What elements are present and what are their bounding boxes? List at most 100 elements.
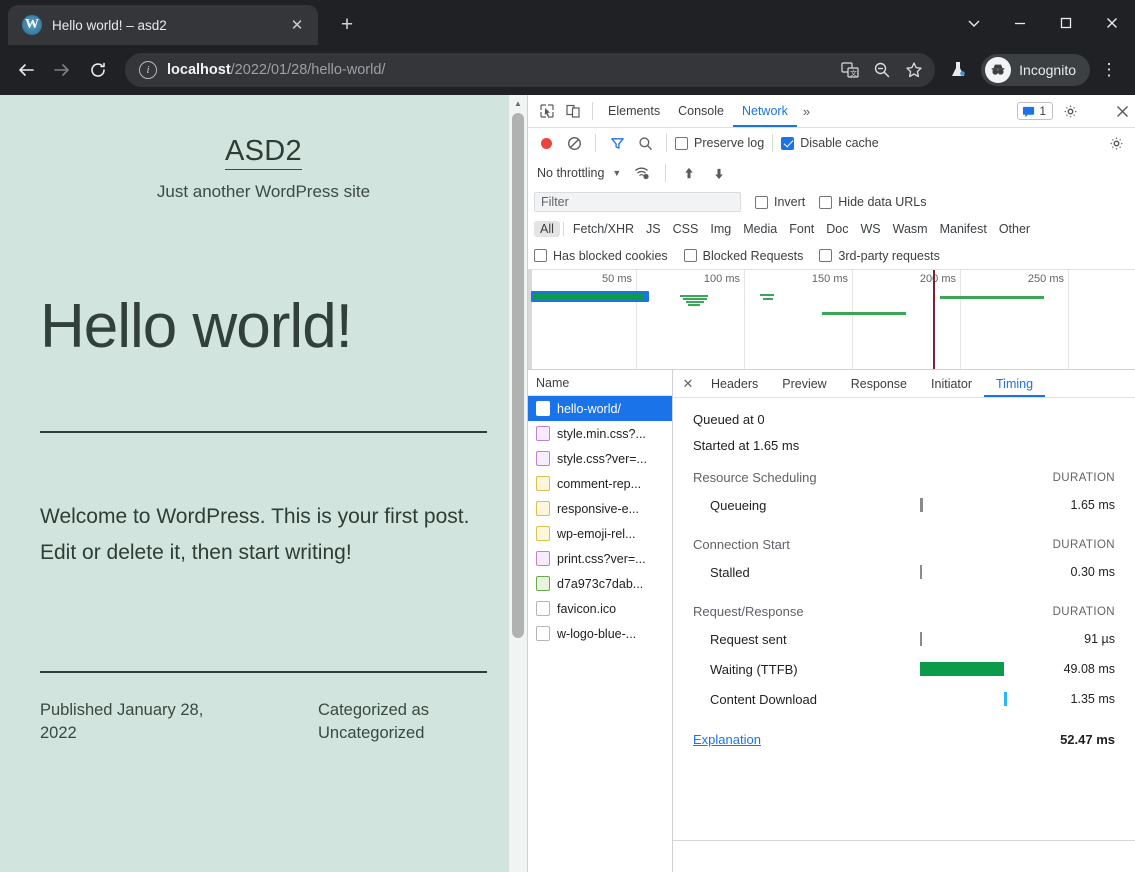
preserve-log-checkbox[interactable]: Preserve log bbox=[675, 136, 764, 150]
post-published-meta: Published January 28, 2022 bbox=[40, 699, 318, 747]
tab-network[interactable]: Network bbox=[733, 95, 797, 127]
site-info-icon[interactable]: i bbox=[139, 61, 157, 79]
request-row-favicon[interactable]: favicon.ico bbox=[528, 596, 672, 621]
beaker-icon[interactable] bbox=[941, 53, 975, 87]
browser-tab[interactable]: W Hello world! – asd2 ✕ bbox=[8, 5, 318, 45]
invert-checkbox[interactable]: Invert bbox=[755, 195, 805, 209]
record-icon[interactable] bbox=[541, 137, 552, 149]
site-title[interactable]: ASD2 bbox=[40, 135, 487, 170]
type-filter-wasm[interactable]: Wasm bbox=[887, 221, 934, 237]
request-row-print-css[interactable]: print.css?ver=... bbox=[528, 546, 672, 571]
console-message-badge[interactable]: 1 bbox=[1017, 102, 1053, 120]
chevron-down-icon[interactable] bbox=[951, 0, 997, 45]
post-category-meta: Categorized as Uncategorized bbox=[318, 699, 487, 747]
page-scrollbar[interactable]: ▲ bbox=[509, 95, 527, 872]
throttling-row: No throttling ▼ bbox=[528, 158, 1135, 188]
incognito-profile-button[interactable]: Incognito bbox=[981, 54, 1090, 86]
filter-icon[interactable] bbox=[604, 130, 630, 156]
script-icon bbox=[536, 476, 550, 491]
third-party-requests-checkbox[interactable]: 3rd-party requests bbox=[819, 248, 940, 263]
blocked-requests-checkbox[interactable]: Blocked Requests bbox=[683, 249, 803, 263]
browser-menu-icon[interactable]: ⋮ bbox=[1092, 53, 1126, 87]
zoom-out-icon[interactable] bbox=[867, 55, 897, 85]
explanation-link[interactable]: Explanation bbox=[693, 732, 1060, 747]
tab-close-icon[interactable]: ✕ bbox=[286, 14, 308, 36]
type-filter-font[interactable]: Font bbox=[783, 221, 820, 237]
disable-cache-checkbox[interactable]: Disable cache bbox=[781, 136, 879, 150]
network-settings-gear-icon[interactable] bbox=[1103, 130, 1129, 156]
back-arrow-icon[interactable] bbox=[9, 53, 43, 87]
type-filter-img[interactable]: Img bbox=[704, 221, 737, 237]
request-row-w-logo-blue[interactable]: w-logo-blue-... bbox=[528, 621, 672, 646]
throttling-select[interactable]: No throttling bbox=[534, 166, 604, 180]
request-row-hello-world[interactable]: hello-world/ bbox=[528, 396, 672, 421]
download-icon[interactable] bbox=[706, 160, 732, 186]
tab-console[interactable]: Console bbox=[669, 95, 733, 127]
star-icon[interactable] bbox=[899, 55, 929, 85]
divider bbox=[666, 134, 667, 152]
request-row-responsive-embeds[interactable]: responsive-e... bbox=[528, 496, 672, 521]
reload-icon[interactable] bbox=[81, 53, 115, 87]
type-filter-ws[interactable]: WS bbox=[854, 221, 886, 237]
chevron-down-icon[interactable]: ▼ bbox=[608, 168, 625, 178]
overview-bar-main-inner bbox=[533, 293, 643, 300]
request-row-wp-emoji-release[interactable]: wp-emoji-rel... bbox=[528, 521, 672, 546]
divider bbox=[595, 134, 596, 152]
request-row-avatar-image[interactable]: d7a973c7dab... bbox=[528, 571, 672, 596]
detail-tab-response[interactable]: Response bbox=[839, 370, 919, 397]
section-name: Connection Start bbox=[693, 537, 790, 552]
detail-tab-preview[interactable]: Preview bbox=[770, 370, 838, 397]
timing-row-label: Waiting (TTFB) bbox=[710, 661, 798, 677]
minimize-icon[interactable] bbox=[997, 0, 1043, 45]
clear-icon[interactable] bbox=[561, 130, 587, 156]
type-filter-doc[interactable]: Doc bbox=[820, 221, 854, 237]
has-blocked-cookies-checkbox[interactable]: Has blocked cookies bbox=[534, 249, 668, 263]
type-filter-other[interactable]: Other bbox=[993, 221, 1036, 237]
detail-tab-timing[interactable]: Timing bbox=[984, 370, 1045, 397]
maximize-icon[interactable] bbox=[1043, 0, 1089, 45]
type-filter-fetch-xhr[interactable]: Fetch/XHR bbox=[567, 221, 640, 237]
request-row-style-min-css[interactable]: style.min.css?... bbox=[528, 421, 672, 446]
timing-row-stalled: Stalled 0.30 ms bbox=[693, 557, 1115, 587]
request-row-style-css[interactable]: style.css?ver=... bbox=[528, 446, 672, 471]
more-tabs-icon[interactable]: » bbox=[797, 104, 816, 119]
detail-tab-headers[interactable]: Headers bbox=[699, 370, 770, 397]
third-party-requests-label: 3rd-party requests bbox=[838, 248, 940, 263]
overview-tick-50ms: 50 ms bbox=[602, 273, 632, 285]
new-tab-button[interactable]: + bbox=[332, 10, 362, 40]
devtools-settings-gear-icon[interactable] bbox=[1057, 98, 1083, 124]
request-list-header[interactable]: Name bbox=[528, 370, 672, 396]
forward-arrow-icon[interactable] bbox=[45, 53, 79, 87]
type-filter-js[interactable]: JS bbox=[640, 221, 667, 237]
document-icon bbox=[536, 401, 550, 416]
timing-row-content-download: Content Download 1.35 ms bbox=[693, 684, 1115, 714]
scrollbar-thumb[interactable] bbox=[512, 113, 524, 638]
overview-bar-7 bbox=[763, 298, 773, 300]
scroll-up-arrow-icon[interactable]: ▲ bbox=[509, 95, 527, 111]
device-toolbar-icon[interactable] bbox=[560, 98, 586, 124]
tab-elements[interactable]: Elements bbox=[599, 95, 669, 127]
address-bar[interactable]: i localhost/2022/01/28/hello-world/ 文 bbox=[125, 53, 936, 87]
timing-row-request-sent: Request sent 91 µs bbox=[693, 624, 1115, 654]
categorized-line-2[interactable]: Uncategorized bbox=[318, 722, 487, 746]
filter-input[interactable]: Filter bbox=[534, 192, 741, 212]
timing-row-label: Content Download bbox=[710, 691, 817, 707]
type-filter-all[interactable]: All bbox=[534, 221, 560, 237]
upload-icon[interactable] bbox=[676, 160, 702, 186]
devtools-close-icon[interactable] bbox=[1109, 98, 1135, 124]
hide-data-urls-checkbox[interactable]: Hide data URLs bbox=[819, 195, 927, 209]
window-close-icon[interactable] bbox=[1089, 0, 1135, 45]
detail-close-icon[interactable]: ✕ bbox=[677, 373, 699, 395]
stylesheet-icon bbox=[536, 426, 550, 441]
detail-tab-initiator[interactable]: Initiator bbox=[919, 370, 984, 397]
type-filter-media[interactable]: Media bbox=[737, 221, 783, 237]
inspect-element-icon[interactable] bbox=[534, 98, 560, 124]
search-icon[interactable] bbox=[632, 130, 658, 156]
wifi-settings-icon[interactable] bbox=[629, 160, 655, 186]
type-filter-css[interactable]: CSS bbox=[667, 221, 705, 237]
network-overview-timeline[interactable]: 50 ms 100 ms 150 ms 200 ms 250 ms bbox=[528, 270, 1135, 370]
type-filter-manifest[interactable]: Manifest bbox=[934, 221, 993, 237]
translate-icon[interactable]: 文 bbox=[835, 55, 865, 85]
devtools-more-vertical-icon[interactable]: more-vertical-icon bbox=[1083, 98, 1109, 124]
request-row-comment-reply[interactable]: comment-rep... bbox=[528, 471, 672, 496]
